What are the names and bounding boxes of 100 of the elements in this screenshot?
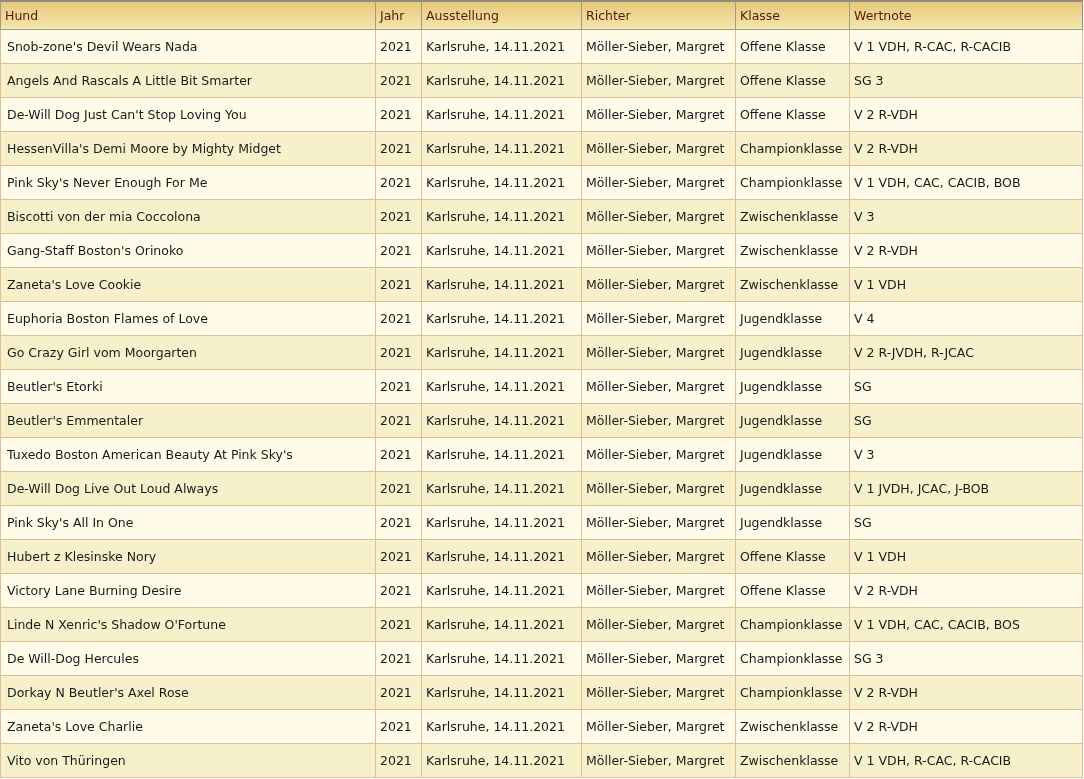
table-cell: Pink Sky's Never Enough For Me xyxy=(0,165,376,200)
table-cell: Karlsruhe, 14.11.2021 xyxy=(421,165,582,200)
table-cell: Championklasse xyxy=(735,165,850,200)
table-cell: Möller-Sieber, Margret xyxy=(581,165,736,200)
column-header[interactable]: Hund xyxy=(0,1,376,30)
table-cell: Beutler's Emmentaler xyxy=(0,403,376,438)
table-cell: Championklasse xyxy=(735,641,850,676)
table-cell: Möller-Sieber, Margret xyxy=(581,539,736,574)
table-cell: Möller-Sieber, Margret xyxy=(581,301,736,336)
table-cell: Beutler's Etorki xyxy=(0,369,376,404)
table-cell: De Will-Dog Hercules xyxy=(0,641,376,676)
table-cell: Karlsruhe, 14.11.2021 xyxy=(421,301,582,336)
table-cell: 2021 xyxy=(375,607,422,642)
table-cell: 2021 xyxy=(375,403,422,438)
table-cell: Offene Klasse xyxy=(735,97,850,132)
table-cell: V 1 JVDH, JCAC, J-BOB xyxy=(849,471,1083,506)
table-cell: Karlsruhe, 14.11.2021 xyxy=(421,267,582,302)
table-cell: Zwischenklasse xyxy=(735,199,850,234)
table-cell: Möller-Sieber, Margret xyxy=(581,199,736,234)
table-cell: Angels And Rascals A Little Bit Smarter xyxy=(0,63,376,98)
table-cell: De-Will Dog Live Out Loud Always xyxy=(0,471,376,506)
column-header[interactable]: Jahr xyxy=(375,1,422,30)
column-header[interactable]: Klasse xyxy=(735,1,850,30)
table-cell: Jugendklasse xyxy=(735,301,850,336)
table-cell: Championklasse xyxy=(735,607,850,642)
table-cell: Karlsruhe, 14.11.2021 xyxy=(421,437,582,472)
table-cell: Möller-Sieber, Margret xyxy=(581,709,736,744)
table-cell: V 1 VDH, R-CAC, R-CACIB xyxy=(849,29,1083,64)
table-cell: Jugendklasse xyxy=(735,403,850,438)
table-cell: 2021 xyxy=(375,165,422,200)
table-cell: SG xyxy=(849,403,1083,438)
table-cell: Zwischenklasse xyxy=(735,709,850,744)
table-cell: 2021 xyxy=(375,97,422,132)
table-cell: V 2 R-VDH xyxy=(849,573,1083,608)
table-cell: Möller-Sieber, Margret xyxy=(581,743,736,778)
table-cell: Jugendklasse xyxy=(735,437,850,472)
table-cell: 2021 xyxy=(375,709,422,744)
table-cell: V 3 xyxy=(849,437,1083,472)
table-cell: Möller-Sieber, Margret xyxy=(581,403,736,438)
table-cell: 2021 xyxy=(375,573,422,608)
table-cell: Linde N Xenric's Shadow O'Fortune xyxy=(0,607,376,642)
table-cell: V 1 VDH xyxy=(849,267,1083,302)
table-cell: Hubert z Klesinske Nory xyxy=(0,539,376,574)
table-cell: Jugendklasse xyxy=(735,369,850,404)
table-cell: Karlsruhe, 14.11.2021 xyxy=(421,709,582,744)
table-cell: SG xyxy=(849,505,1083,540)
table-cell: Go Crazy Girl vom Moorgarten xyxy=(0,335,376,370)
table-cell: Zaneta's Love Cookie xyxy=(0,267,376,302)
table-cell: Victory Lane Burning Desire xyxy=(0,573,376,608)
table-cell: Karlsruhe, 14.11.2021 xyxy=(421,199,582,234)
table-cell: Karlsruhe, 14.11.2021 xyxy=(421,607,582,642)
table-cell: Möller-Sieber, Margret xyxy=(581,505,736,540)
table-cell: Möller-Sieber, Margret xyxy=(581,641,736,676)
table-cell: Offene Klasse xyxy=(735,29,850,64)
table-cell: Offene Klasse xyxy=(735,539,850,574)
table-cell: SG 3 xyxy=(849,63,1083,98)
table-cell: 2021 xyxy=(375,63,422,98)
table-cell: 2021 xyxy=(375,437,422,472)
table-cell: V 2 R-JVDH, R-JCAC xyxy=(849,335,1083,370)
table-cell: Zwischenklasse xyxy=(735,743,850,778)
table-cell: 2021 xyxy=(375,675,422,710)
table-cell: Karlsruhe, 14.11.2021 xyxy=(421,63,582,98)
table-cell: Championklasse xyxy=(735,675,850,710)
table-cell: Euphoria Boston Flames of Love xyxy=(0,301,376,336)
table-cell: V 4 xyxy=(849,301,1083,336)
table-cell: 2021 xyxy=(375,505,422,540)
table-cell: Möller-Sieber, Margret xyxy=(581,573,736,608)
table-cell: Vito von Thüringen xyxy=(0,743,376,778)
table-cell: Biscotti von der mia Coccolona xyxy=(0,199,376,234)
table-cell: Zwischenklasse xyxy=(735,267,850,302)
table-cell: Offene Klasse xyxy=(735,573,850,608)
table-cell: Möller-Sieber, Margret xyxy=(581,335,736,370)
table-cell: 2021 xyxy=(375,369,422,404)
table-cell: Dorkay N Beutler's Axel Rose xyxy=(0,675,376,710)
table-cell: Karlsruhe, 14.11.2021 xyxy=(421,573,582,608)
table-cell: Karlsruhe, 14.11.2021 xyxy=(421,233,582,268)
column-header[interactable]: Ausstellung xyxy=(421,1,582,30)
table-cell: Möller-Sieber, Margret xyxy=(581,233,736,268)
table-cell: Karlsruhe, 14.11.2021 xyxy=(421,675,582,710)
table-cell: 2021 xyxy=(375,471,422,506)
table-cell: 2021 xyxy=(375,233,422,268)
table-cell: Möller-Sieber, Margret xyxy=(581,29,736,64)
column-header[interactable]: Wertnote xyxy=(849,1,1083,30)
table-cell: V 2 R-VDH xyxy=(849,233,1083,268)
table-cell: Möller-Sieber, Margret xyxy=(581,267,736,302)
table-cell: V 3 xyxy=(849,199,1083,234)
table-cell: 2021 xyxy=(375,301,422,336)
table-cell: Snob-zone's Devil Wears Nada xyxy=(0,29,376,64)
table-cell: Karlsruhe, 14.11.2021 xyxy=(421,641,582,676)
table-cell: Pink Sky's All In One xyxy=(0,505,376,540)
table-cell: Karlsruhe, 14.11.2021 xyxy=(421,97,582,132)
table-cell: Möller-Sieber, Margret xyxy=(581,63,736,98)
table-cell: Championklasse xyxy=(735,131,850,166)
table-cell: Möller-Sieber, Margret xyxy=(581,131,736,166)
table-cell: 2021 xyxy=(375,131,422,166)
table-cell: SG 3 xyxy=(849,641,1083,676)
column-header[interactable]: Richter xyxy=(581,1,736,30)
table-cell: Karlsruhe, 14.11.2021 xyxy=(421,505,582,540)
table-cell: Gang-Staff Boston's Orinoko xyxy=(0,233,376,268)
table-cell: De-Will Dog Just Can't Stop Loving You xyxy=(0,97,376,132)
